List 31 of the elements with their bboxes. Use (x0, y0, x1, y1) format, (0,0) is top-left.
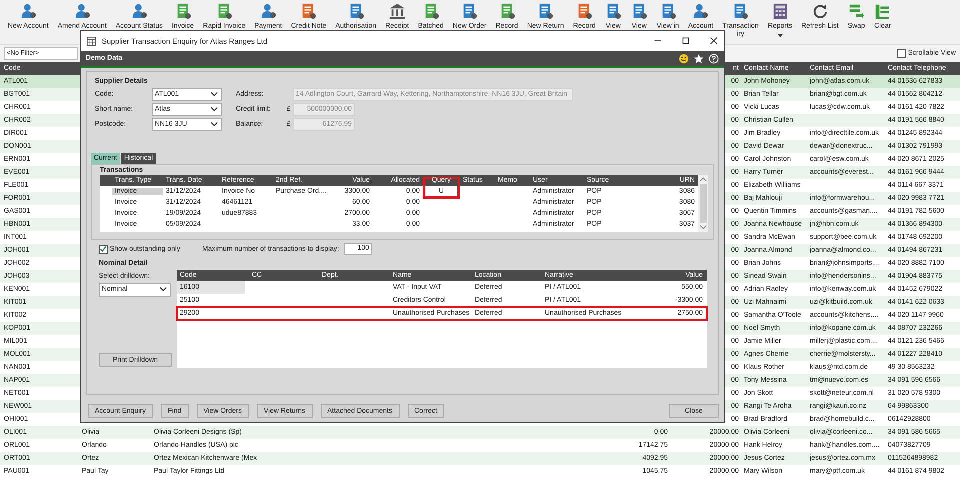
document-icon (576, 3, 594, 20)
scroll-down-icon[interactable] (700, 225, 706, 230)
person-icon (74, 3, 91, 20)
document-icon (732, 3, 750, 20)
person-icon (692, 3, 710, 20)
document-icon (461, 3, 478, 20)
chevron-down-icon (211, 92, 218, 96)
person-icon (20, 3, 37, 20)
person-icon (130, 3, 148, 20)
chevron-down-icon (160, 287, 167, 292)
clear-icon (874, 3, 892, 20)
checkbox[interactable] (99, 244, 108, 254)
caret-icon (778, 34, 783, 38)
maximize-icon[interactable] (682, 37, 690, 45)
person-icon (260, 3, 277, 20)
scroll-up-icon[interactable] (700, 177, 706, 182)
bank-icon (388, 3, 406, 20)
help-icon[interactable] (709, 54, 719, 64)
document-icon (300, 3, 318, 20)
checkbox[interactable] (897, 49, 906, 58)
swap-icon (848, 3, 866, 20)
chevron-down-icon (211, 106, 218, 112)
refresh-icon (812, 3, 829, 20)
smiley-icon[interactable] (679, 54, 689, 64)
close-icon[interactable] (710, 37, 718, 45)
chevron-down-icon (211, 122, 218, 126)
document-icon (537, 3, 554, 20)
window-icon (87, 36, 96, 46)
star-icon[interactable] (694, 54, 704, 64)
scrollbar[interactable] (698, 175, 708, 232)
calculator-icon (772, 3, 789, 20)
